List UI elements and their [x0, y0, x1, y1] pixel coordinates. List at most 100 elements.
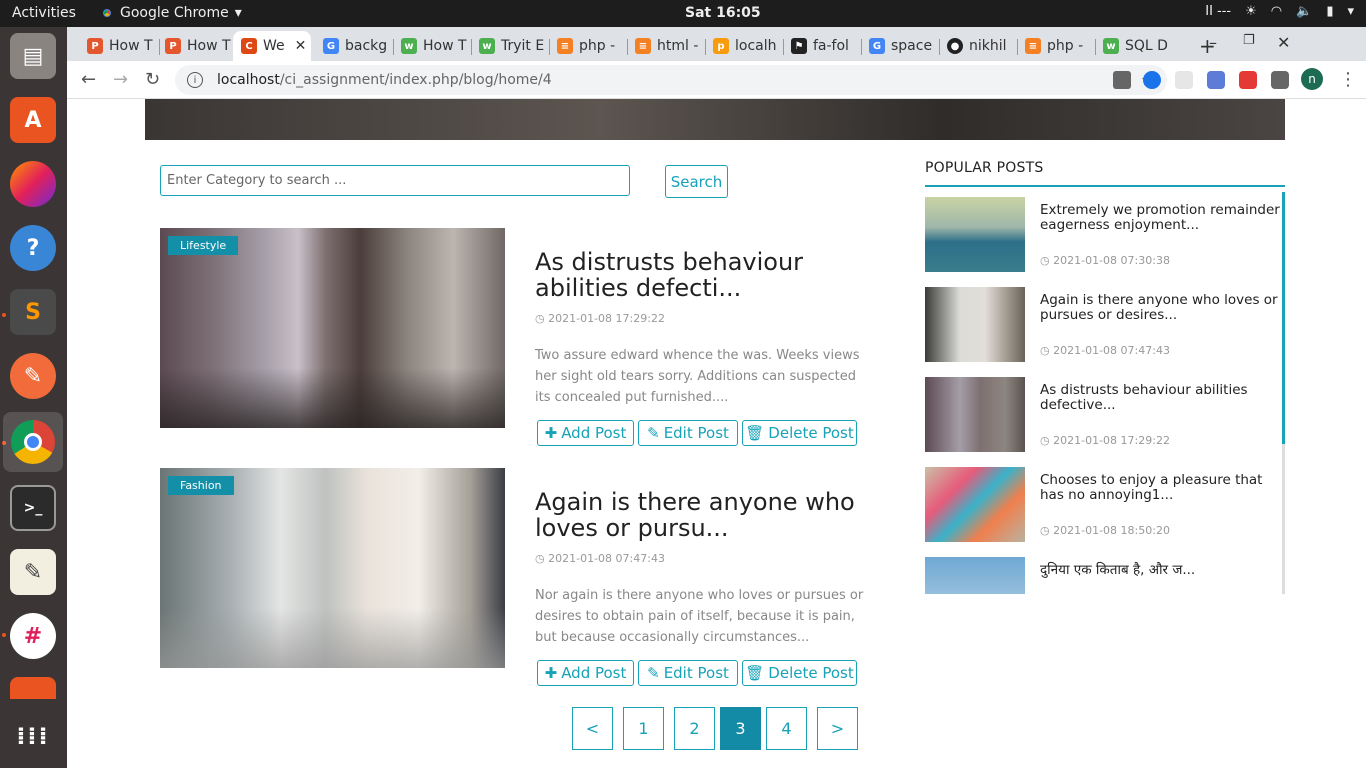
add-post-button[interactable]: ✚ Add Post — [537, 420, 634, 446]
next-page-button[interactable]: > — [817, 707, 858, 750]
clock-icon: ◷ — [1040, 524, 1054, 537]
popular-post-item[interactable]: Extremely we promotion remainder eagerne… — [925, 197, 1280, 272]
forward-icon[interactable]: → — [113, 69, 128, 90]
text-editor-icon[interactable]: ✎ — [10, 549, 56, 595]
tab[interactable]: Gbackg — [315, 31, 393, 61]
edit-post-button[interactable]: ✎ Edit Post — [638, 420, 738, 446]
popular-post-title[interactable]: दुनिया एक किताब है, और ज... — [1040, 563, 1280, 578]
tab-active[interactable]: C We ✕ — [233, 31, 311, 61]
page-button[interactable]: 2 — [674, 707, 715, 750]
plus-icon: ✚ — [544, 424, 558, 442]
clock[interactable]: Sat 16:05 — [685, 5, 761, 21]
popular-post-thumbnail[interactable] — [925, 467, 1025, 542]
category-search-input[interactable] — [160, 165, 630, 196]
clock-icon: ◷ — [1040, 434, 1054, 447]
tab[interactable]: ≡ html - — [627, 31, 705, 61]
popular-post-title[interactable]: As distrusts behaviour abilities defecti… — [1040, 383, 1280, 413]
popular-post-title[interactable]: Extremely we promotion remainder eagerne… — [1040, 203, 1280, 233]
extension-video-icon[interactable] — [1207, 71, 1225, 89]
popular-post-title[interactable]: Again is there anyone who loves or pursu… — [1040, 293, 1280, 323]
popular-posts-list[interactable]: Extremely we promotion remainder eagerne… — [925, 192, 1285, 594]
post-date: ◷ 2021-01-08 07:47:43 — [535, 552, 665, 565]
profile-avatar[interactable]: n — [1301, 68, 1323, 90]
tab[interactable]: ≡ php - — [1017, 31, 1095, 61]
extension-eyedropper-icon[interactable] — [1113, 71, 1131, 89]
extension-red-icon[interactable] — [1239, 71, 1257, 89]
close-icon[interactable]: ✕ — [295, 38, 307, 54]
add-post-button[interactable]: ✚ Add Post — [537, 660, 634, 686]
popular-post-thumbnail[interactable] — [925, 377, 1025, 452]
post-image[interactable]: Fashion — [160, 468, 505, 668]
back-icon[interactable]: ← — [81, 69, 96, 90]
codeigniter-icon: C — [241, 38, 257, 54]
clock-icon: ◷ — [1040, 254, 1054, 267]
scrollbar-track[interactable] — [1282, 192, 1285, 594]
help-icon[interactable]: ? — [10, 225, 56, 271]
firefox-icon[interactable] — [10, 161, 56, 207]
edit-post-button[interactable]: ✎ Edit Post — [638, 660, 738, 686]
files-icon[interactable]: ▤ — [10, 33, 56, 79]
terminal-icon[interactable]: >_ — [10, 485, 56, 531]
sublime-text-icon[interactable]: S — [10, 289, 56, 335]
tab[interactable]: ● nikhil — [939, 31, 1017, 61]
app-icon[interactable] — [10, 677, 56, 699]
menu-kebab-icon[interactable]: ⋮ — [1339, 69, 1357, 90]
delete-post-button[interactable]: 🗑 Delete Post — [742, 420, 857, 446]
postman-icon[interactable]: ✎ — [10, 353, 56, 399]
search-button[interactable]: Search — [665, 165, 728, 198]
popular-post-item[interactable]: दुनिया एक किताब है, और ज... — [925, 557, 1280, 594]
post-title[interactable]: As distrusts behaviour abilities defecti… — [535, 249, 895, 301]
scrollbar-thumb[interactable] — [1282, 192, 1285, 444]
activities-button[interactable]: Activities — [12, 5, 76, 21]
prev-page-button[interactable]: < — [572, 707, 613, 750]
address-bar[interactable]: i localhost/ci_assignment/index.php/blog… — [175, 65, 1167, 95]
info-icon[interactable]: i — [187, 72, 203, 88]
tab[interactable]: Gspace — [861, 31, 939, 61]
tab[interactable]: P How T — [157, 31, 237, 61]
tab[interactable]: P How T — [79, 31, 159, 61]
popular-post-item[interactable]: Chooses to enjoy a pleasure that has no … — [925, 467, 1280, 542]
post-image[interactable]: Lifestyle — [160, 228, 505, 428]
toolbar: ← → ↻ i localhost/ci_assignment/index.ph… — [67, 61, 1366, 99]
popular-post-title[interactable]: Chooses to enjoy a pleasure that has no … — [1040, 473, 1280, 503]
popular-post-thumbnail[interactable] — [925, 557, 1025, 594]
popular-post-thumbnail[interactable] — [925, 197, 1025, 272]
tab[interactable]: ≡ php - — [549, 31, 627, 61]
show-apps-icon[interactable]: ⁞⁞⁞ — [10, 713, 56, 759]
extension-grid-icon[interactable] — [1175, 71, 1193, 89]
extension-blue-icon[interactable] — [1143, 71, 1161, 89]
tray-indicator: II --- — [1205, 4, 1232, 19]
slack-icon[interactable]: # — [10, 613, 56, 659]
software-center-icon[interactable]: A — [10, 97, 56, 143]
category-badge[interactable]: Fashion — [168, 476, 234, 495]
tab[interactable]: ⚑ fa-fol — [783, 31, 861, 61]
post-title[interactable]: Again is there anyone who loves or pursu… — [535, 489, 895, 541]
delete-post-button[interactable]: 🗑 Delete Post — [742, 660, 857, 686]
stackoverflow-icon: ≡ — [557, 38, 573, 54]
flag-icon: ⚑ — [791, 38, 807, 54]
post-excerpt: Nor again is there anyone who loves or p… — [535, 588, 864, 645]
clock-icon: ◷ — [535, 552, 549, 565]
tab[interactable]: w Tryit E — [471, 31, 549, 61]
popular-post-thumbnail[interactable] — [925, 287, 1025, 362]
tab[interactable]: w How T — [393, 31, 471, 61]
tab[interactable]: p localh — [705, 31, 783, 61]
extensions-puzzle-icon[interactable] — [1271, 71, 1289, 89]
system-tray[interactable]: II --- ☀ ◠ 🔈 ▮ ▾ — [1205, 4, 1354, 19]
reload-icon[interactable]: ↻ — [145, 69, 160, 90]
popular-post-item[interactable]: As distrusts behaviour abilities defecti… — [925, 377, 1280, 452]
minimize-icon[interactable]: – — [1209, 33, 1217, 52]
chrome-dock-icon[interactable] — [3, 412, 63, 472]
popular-post-item[interactable]: Again is there anyone who loves or pursu… — [925, 287, 1280, 362]
window-close-icon[interactable]: ✕ — [1277, 33, 1290, 52]
volume-icon: 🔈 — [1296, 4, 1313, 19]
restore-icon[interactable]: ❐ — [1243, 33, 1255, 48]
page-button[interactable]: 1 — [623, 707, 664, 750]
wifi-icon: ◠ — [1270, 4, 1283, 19]
page-button-current[interactable]: 3 — [720, 707, 761, 750]
category-badge[interactable]: Lifestyle — [168, 236, 239, 255]
page-button[interactable]: 4 — [766, 707, 807, 750]
app-menu[interactable]: Google Chrome ▾ — [100, 5, 242, 21]
tab-strip: P How T P How T C We ✕ Gbackg w How T w Tryit … — [67, 27, 1366, 61]
tab[interactable]: w SQL D — [1095, 31, 1173, 61]
